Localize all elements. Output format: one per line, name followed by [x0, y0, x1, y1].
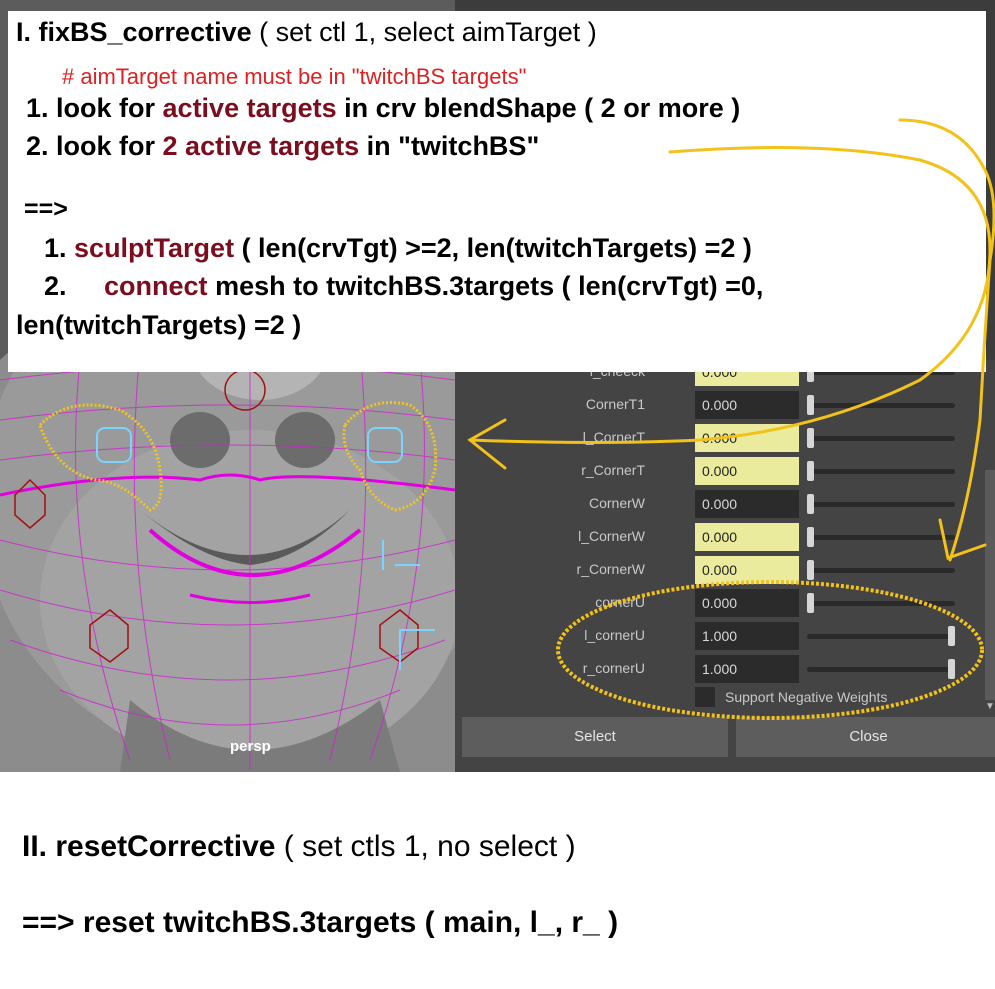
scroll-down-icon[interactable]: ▼: [985, 701, 995, 712]
weight-row-label: CornerW: [588, 495, 645, 511]
support-negative-label: Support Negative Weights: [725, 689, 888, 705]
weight-row-label: cornerU: [595, 594, 645, 610]
weight-slider[interactable]: [807, 535, 955, 540]
weight-row-cornerw: CornerW 0.000: [455, 490, 995, 518]
result-arrow: ==>: [24, 195, 68, 223]
result-2-continued: len(twitchTargets) =2 ): [16, 310, 302, 340]
weight-row-label: l_CornerT: [582, 429, 645, 445]
weight-slider-handle[interactable]: [807, 560, 814, 580]
weight-row-l-cornerw: l_CornerW 0.000: [455, 523, 995, 551]
weight-value-field[interactable]: 1.000: [695, 655, 799, 683]
weight-row-corneru: cornerU 0.000: [455, 589, 995, 617]
weight-row-label: CornerT1: [585, 396, 645, 412]
weight-value-field[interactable]: 0.000: [695, 391, 799, 419]
weight-slider-handle[interactable]: [807, 461, 814, 481]
weight-slider-handle[interactable]: [807, 527, 814, 547]
weight-row-l-cornert: l_CornerT 0.000: [455, 424, 995, 452]
weight-slider-handle[interactable]: [807, 428, 814, 448]
weight-row-r-corneru: r_cornerU 1.000: [455, 655, 995, 683]
weight-value-field[interactable]: 0.000: [695, 457, 799, 485]
reset-result: ==> reset twitchBS.3targets ( main, l_, …: [22, 906, 619, 939]
weight-slider-handle[interactable]: [807, 494, 814, 514]
panel-scrollbar[interactable]: ▼: [985, 470, 995, 712]
weight-slider-handle[interactable]: [948, 626, 955, 646]
result-2: 2. connect mesh to twitchBS.3targets ( l…: [44, 271, 764, 301]
weight-slider-handle[interactable]: [807, 395, 814, 415]
weight-value-field[interactable]: 0.000: [695, 523, 799, 551]
annotation-note: I. fixBS_corrective ( set ctl 1, select …: [8, 11, 986, 372]
weight-value-field[interactable]: 1.000: [695, 622, 799, 650]
weight-row-r-cornert: r_CornerT 0.000: [455, 457, 995, 485]
weight-row-label: r_CornerT: [581, 462, 645, 478]
weight-row-r-cornerw: r_CornerW 0.000: [455, 556, 995, 584]
weight-slider[interactable]: [807, 436, 955, 441]
aimtarget-comment: # aimTarget name must be in "twitchBS ta…: [62, 64, 527, 89]
weight-slider[interactable]: [807, 667, 955, 672]
weight-slider[interactable]: [807, 601, 955, 606]
step-1: 1. look for active targets in crv blendS…: [26, 93, 741, 123]
close-button[interactable]: Close: [736, 717, 995, 757]
weight-value-field[interactable]: 0.000: [695, 556, 799, 584]
result-1: 1. sculptTarget ( len(crvTgt) >=2, len(t…: [44, 233, 752, 263]
weight-slider[interactable]: [807, 502, 955, 507]
viewport-camera-label: persp: [230, 738, 271, 755]
weight-row-label: l_cornerU: [584, 627, 645, 643]
weight-slider-handle[interactable]: [948, 659, 955, 679]
weight-row-label: r_CornerW: [576, 561, 645, 577]
weight-value-field[interactable]: 0.000: [695, 490, 799, 518]
fix-heading: I. fixBS_corrective ( set ctl 1, select …: [16, 17, 597, 47]
support-negative-checkbox[interactable]: [695, 687, 715, 707]
weight-value-field[interactable]: 0.000: [695, 589, 799, 617]
weight-row-label: r_cornerU: [582, 660, 645, 676]
weight-row-cornert1: CornerT1 0.000: [455, 391, 995, 419]
weight-value-field[interactable]: 0.000: [695, 424, 799, 452]
reset-heading: II. resetCorrective ( set ctls 1, no sel…: [22, 830, 576, 863]
weight-slider-handle[interactable]: [807, 593, 814, 613]
weight-slider[interactable]: [807, 469, 955, 474]
weight-slider[interactable]: [807, 403, 955, 408]
blendshape-weights-panel: l_cheeck0.000CornerT10.000l_CornerT0.000…: [455, 358, 995, 772]
select-button[interactable]: Select: [462, 717, 728, 757]
weight-row-label: l_CornerW: [578, 528, 645, 544]
weight-slider[interactable]: [807, 568, 955, 573]
step-2: 2. look for 2 active targets in "twitchB…: [26, 131, 540, 161]
weight-slider[interactable]: [807, 634, 955, 639]
weight-row-l-corneru: l_cornerU 1.000: [455, 622, 995, 650]
